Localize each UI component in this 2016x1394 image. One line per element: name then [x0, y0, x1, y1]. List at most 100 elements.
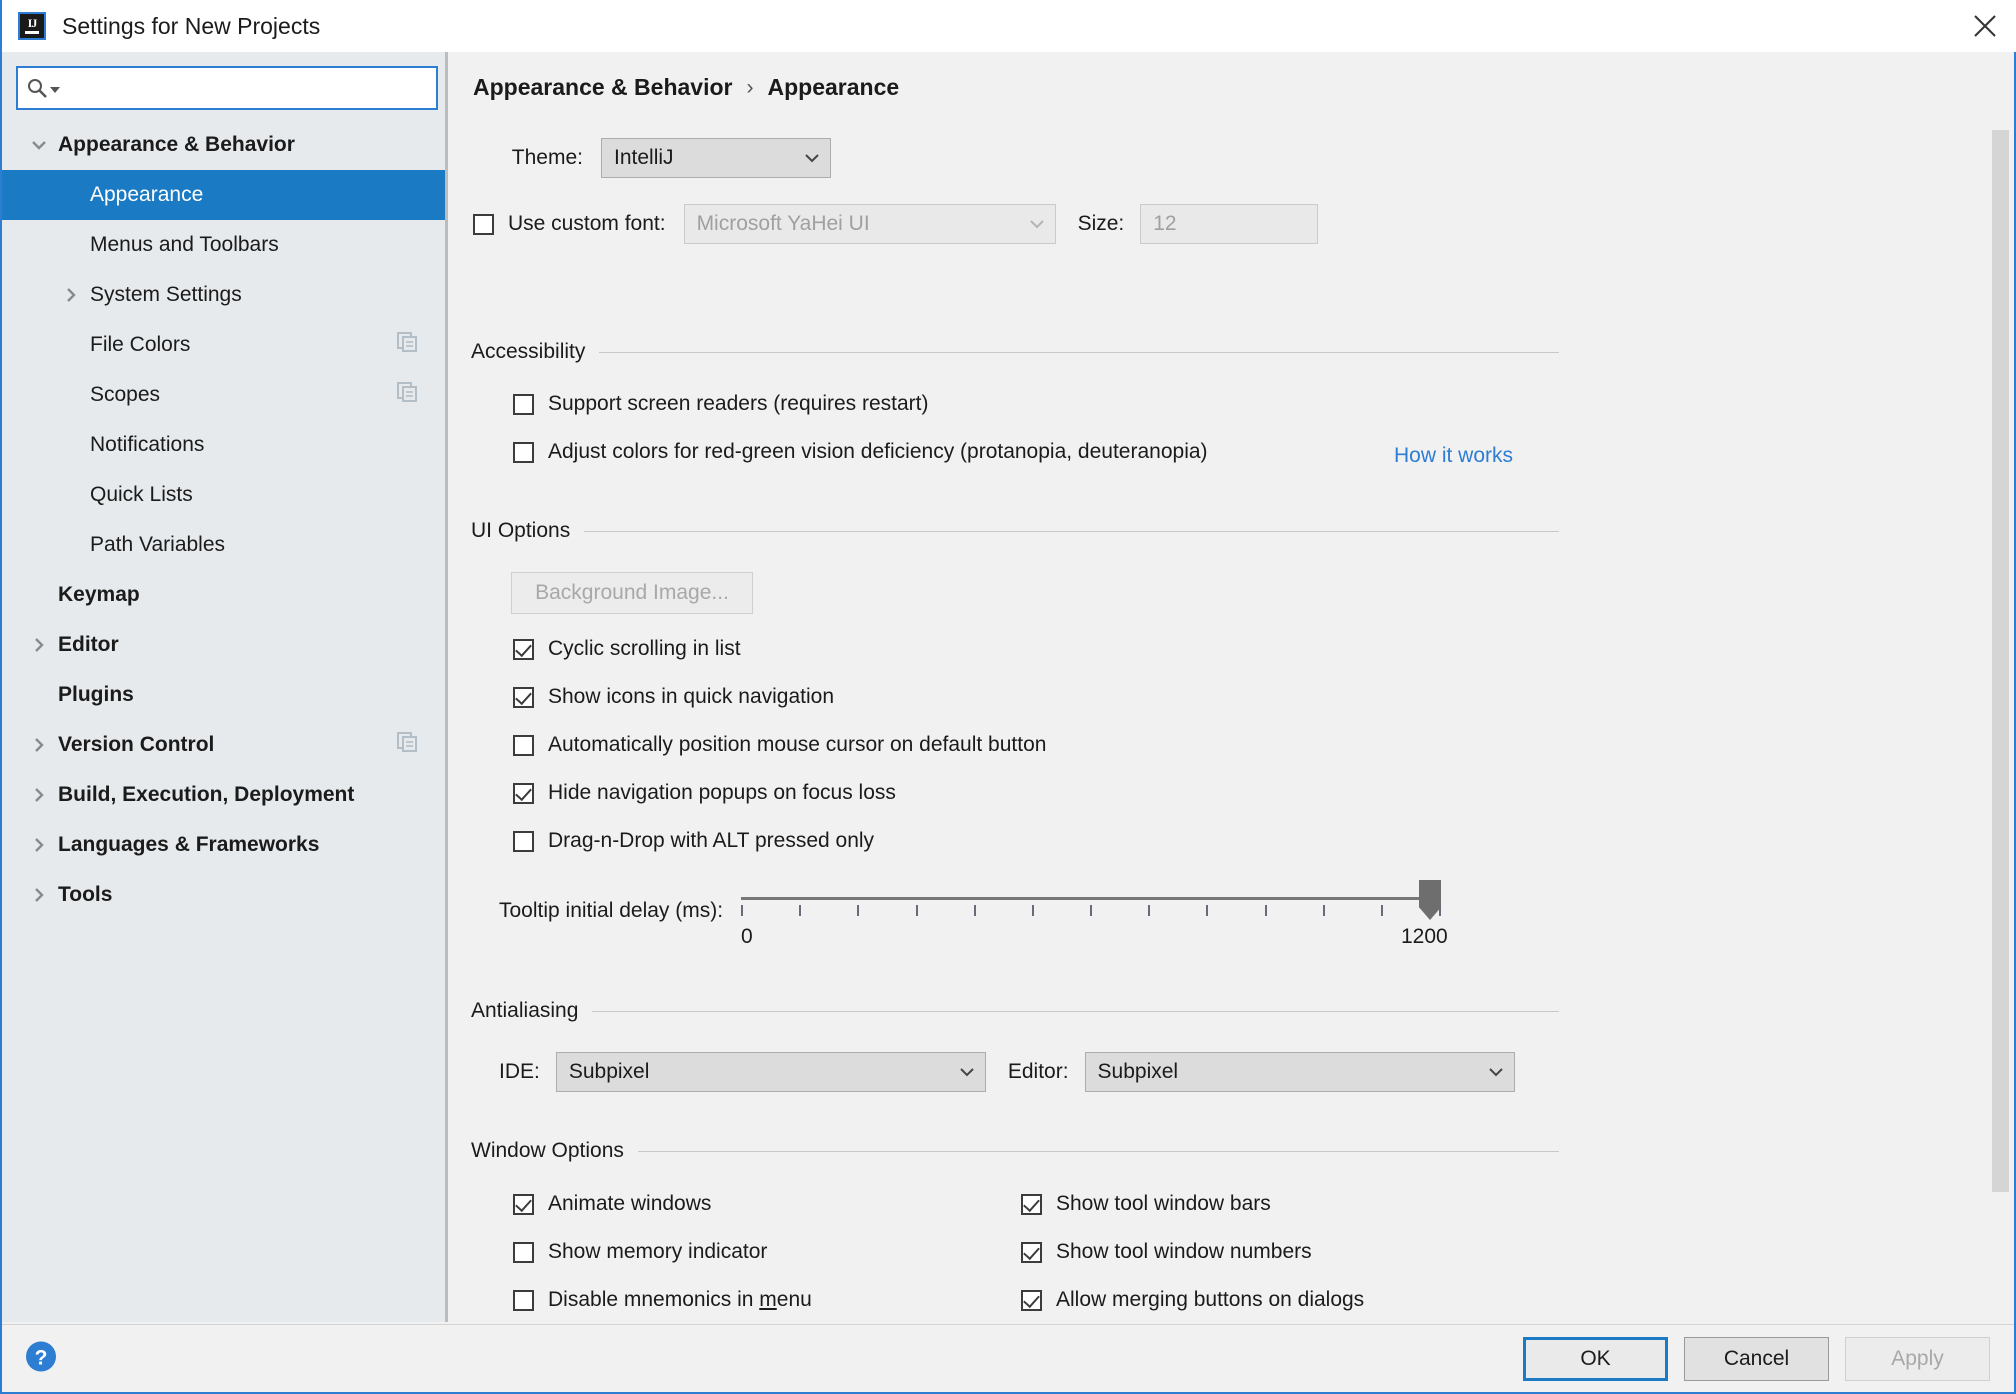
sidebar-item-menus-and-toolbars[interactable]: Menus and Toolbars: [2, 220, 448, 270]
checkbox-box: [473, 213, 494, 235]
checkbox-box: [1021, 1241, 1042, 1263]
sidebar-item-appearance-behavior[interactable]: Appearance & Behavior: [2, 120, 448, 170]
checkbox-label: Disable mnemonics in menu: [548, 1288, 812, 1311]
tree-expand-toggle[interactable]: [60, 284, 82, 306]
window-options-title: Window Options: [471, 1139, 624, 1162]
window-option-show-memory-indicator-checkbox[interactable]: Show memory indicator: [513, 1240, 767, 1264]
sidebar-item-quick-lists[interactable]: Quick Lists: [2, 470, 448, 520]
settings-tree: Appearance & Behavior Appearance Menus and…: [2, 120, 448, 920]
adjust-colors-checkbox[interactable]: Adjust colors for red-green vision defic…: [513, 440, 1208, 464]
copy-settings-icon[interactable]: [396, 381, 418, 409]
support-screen-readers-checkbox[interactable]: Support screen readers (requires restart…: [513, 392, 929, 416]
group-divider: [637, 1150, 1559, 1152]
editor-antialiasing-value: Subpixel: [1097, 1060, 1179, 1083]
breadcrumb: Appearance & Behavior › Appearance: [473, 74, 899, 101]
how-it-works-link[interactable]: How it works: [1394, 444, 1513, 468]
sidebar-item-notifications[interactable]: Notifications: [2, 420, 448, 470]
tree-expand-toggle[interactable]: [28, 734, 50, 756]
tooltip-delay-slider[interactable]: 0 1200: [741, 880, 1451, 957]
ide-antialiasing-select[interactable]: Subpixel: [555, 1052, 986, 1092]
sidebar-item-scopes[interactable]: Scopes: [2, 370, 448, 420]
hide-nav-popups-checkbox[interactable]: Hide navigation popups on focus loss: [513, 781, 896, 805]
sidebar-item-languages-frameworks[interactable]: Languages & Frameworks: [2, 820, 448, 870]
editor-antialiasing-select[interactable]: Subpixel: [1084, 1052, 1515, 1092]
search-input[interactable]: [68, 68, 428, 108]
settings-content-panel: Appearance & Behavior › Appearance Theme…: [451, 52, 2014, 1322]
hide-nav-popups-label: Hide navigation popups on focus loss: [548, 781, 896, 804]
checkbox-box: [513, 686, 534, 708]
sidebar-item-appearance[interactable]: Appearance: [2, 170, 448, 220]
tree-expand-toggle[interactable]: [28, 884, 50, 906]
checkbox-label: Animate windows: [548, 1192, 712, 1215]
ok-button[interactable]: OK: [1523, 1336, 1668, 1381]
logo-bar: [25, 31, 39, 34]
tree-expand-toggle[interactable]: [28, 634, 50, 656]
sidebar-item-plugins[interactable]: Plugins: [2, 670, 448, 720]
window-option-allow-merging-buttons-on-dialogs-checkbox[interactable]: Allow merging buttons on dialogs: [1021, 1288, 1364, 1312]
custom-font-value: Microsoft YaHei UI: [696, 212, 870, 235]
sidebar-item-file-colors[interactable]: File Colors: [2, 320, 448, 370]
checkbox-box: [1021, 1193, 1042, 1215]
sidebar-item-label: Quick Lists: [90, 483, 193, 506]
close-button[interactable]: [1952, 0, 2016, 52]
chevron-down-icon: [1029, 220, 1044, 229]
background-image-button: Background Image...: [511, 572, 753, 614]
tree-expand-toggle[interactable]: [28, 784, 50, 806]
sidebar-item-label: Tools: [58, 883, 113, 906]
sidebar-item-label: Menus and Toolbars: [90, 233, 279, 256]
window-option-show-tool-window-bars-checkbox[interactable]: Show tool window bars: [1021, 1192, 1271, 1216]
auto-position-cursor-checkbox[interactable]: Automatically position mouse cursor on d…: [513, 733, 1046, 757]
checkbox-box: [1021, 1289, 1042, 1311]
copy-settings-icon[interactable]: [396, 331, 418, 359]
custom-font-select: Microsoft YaHei UI: [683, 204, 1056, 244]
content-scrollbar-track[interactable]: [1992, 52, 2012, 1322]
theme-row: Theme: IntelliJ: [473, 138, 831, 178]
window-option-show-tool-window-numbers-checkbox[interactable]: Show tool window numbers: [1021, 1240, 1312, 1264]
sidebar-item-label: Notifications: [90, 433, 205, 456]
sidebar-item-keymap[interactable]: Keymap: [2, 570, 448, 620]
tree-expand-toggle[interactable]: [28, 834, 50, 856]
chevron-right-icon: [35, 788, 44, 802]
checkbox-box: [513, 638, 534, 660]
font-size-label: Size:: [1077, 212, 1125, 235]
accessibility-title: Accessibility: [471, 340, 586, 363]
sidebar-item-tools[interactable]: Tools: [2, 870, 448, 920]
sidebar-item-system-settings[interactable]: System Settings: [2, 270, 448, 320]
use-custom-font-label: Use custom font:: [508, 212, 666, 235]
checkbox-box: [513, 441, 534, 463]
window-title: Settings for New Projects: [62, 12, 321, 39]
use-custom-font-checkbox[interactable]: Use custom font:: [473, 212, 666, 236]
search-box[interactable]: [16, 66, 438, 110]
svg-text:?: ?: [35, 1346, 48, 1369]
sidebar-item-version-control[interactable]: Version Control: [2, 720, 448, 770]
search-dropdown-icon[interactable]: [50, 87, 60, 93]
copy-settings-icon[interactable]: [396, 731, 418, 759]
drag-n-drop-alt-checkbox[interactable]: Drag-n-Drop with ALT pressed only: [513, 829, 874, 853]
copy-icon: [397, 382, 417, 402]
show-icons-quick-nav-checkbox[interactable]: Show icons in quick navigation: [513, 685, 834, 709]
apply-button: Apply: [1845, 1336, 1990, 1381]
accessibility-group-header: Accessibility: [471, 340, 1559, 364]
chevron-right-icon: [35, 638, 44, 652]
sidebar-item-editor[interactable]: Editor: [2, 620, 448, 670]
window-option-animate-windows-checkbox[interactable]: Animate windows: [513, 1192, 711, 1216]
sidebar-item-build-execution-deployment[interactable]: Build, Execution, Deployment: [2, 770, 448, 820]
chevron-down-icon: [805, 154, 819, 163]
cyclic-scrolling-checkbox[interactable]: Cyclic scrolling in list: [513, 637, 741, 661]
antialiasing-row: IDE: Subpixel Editor: Subpixel: [499, 1052, 1515, 1092]
content-scrollbar-thumb[interactable]: [1992, 130, 2009, 1192]
sidebar-item-label: Path Variables: [90, 533, 226, 556]
window-option-disable-mnemonics-in-menu-checkbox[interactable]: Disable mnemonics in menu: [513, 1288, 812, 1312]
auto-position-cursor-label: Automatically position mouse cursor on d…: [548, 733, 1047, 756]
sidebar-item-path-variables[interactable]: Path Variables: [2, 520, 448, 570]
cancel-button[interactable]: Cancel: [1684, 1336, 1829, 1381]
checkbox-box: [513, 830, 534, 852]
theme-select[interactable]: IntelliJ: [601, 138, 831, 178]
breadcrumb-parent[interactable]: Appearance & Behavior: [473, 74, 732, 101]
group-divider: [599, 351, 1559, 353]
footer-button-group: OK Cancel Apply: [1523, 1336, 1990, 1381]
tree-collapse-toggle[interactable]: [28, 134, 50, 156]
help-button[interactable]: ?: [24, 1339, 58, 1378]
sidebar-item-label: File Colors: [90, 333, 191, 356]
checkbox-box: [513, 1241, 534, 1263]
